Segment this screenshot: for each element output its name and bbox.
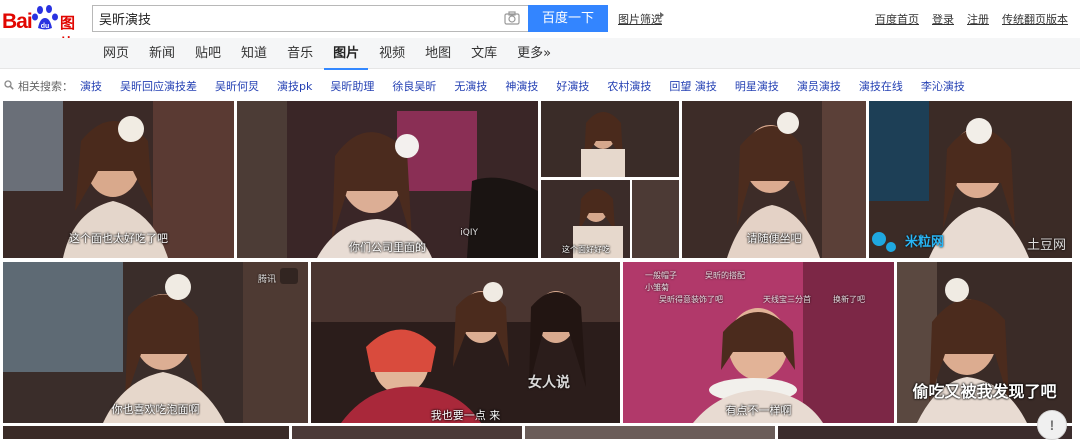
overlay-text: 小雏菊: [645, 283, 669, 292]
image-result[interactable]: 一般帽子 吴昕的搭配 小雏菊 吴昕得意装饰了吧 天线宝三分首 换新了吧 有点不一…: [623, 262, 894, 423]
image-result[interactable]: [525, 426, 775, 439]
link-register[interactable]: 注册: [967, 11, 989, 27]
triangle-right-icon: [660, 12, 664, 18]
image-caption: 这个面好好吃: [562, 245, 610, 254]
search-button[interactable]: 百度一下: [528, 5, 608, 32]
tab-video[interactable]: 视频: [379, 38, 415, 69]
link-baidu-home[interactable]: 百度首页: [875, 11, 919, 27]
tab-more[interactable]: 更多»: [517, 38, 561, 69]
image-result[interactable]: [778, 426, 1072, 439]
feedback-button[interactable]: !: [1037, 410, 1067, 440]
image-caption: 有点不一样啊: [725, 404, 792, 417]
top-bar: Bai du 图片 百度一下 图片筛选 百度首页 登录 注册 传统翻页版本: [0, 0, 1080, 53]
related-item[interactable]: 李沁演技: [921, 78, 965, 94]
thumbnail-image: [3, 262, 308, 423]
tab-map[interactable]: 地图: [425, 38, 461, 69]
related-item[interactable]: 演技: [80, 78, 102, 94]
camera-icon[interactable]: [504, 11, 520, 25]
related-searches: 相关搜索： 演技 吴昕回应演技差 吴昕何炅 演技pk 吴昕助理 徐良吴昕 无演技…: [0, 72, 1080, 98]
tab-music[interactable]: 音乐: [287, 38, 323, 69]
image-result[interactable]: [292, 426, 522, 439]
link-login[interactable]: 登录: [932, 11, 954, 27]
image-caption: 偷吃又被我发现了吧: [912, 382, 1057, 401]
image-result[interactable]: 这个面好好吃: [541, 101, 679, 258]
image-caption: 你也喜欢吃泡面啊: [111, 403, 200, 416]
site-logo: 米粒网: [905, 235, 945, 250]
logo-bai-text: Bai: [2, 10, 33, 33]
tab-news[interactable]: 新闻: [149, 38, 185, 69]
overlay-text: 天线宝三分首: [763, 295, 811, 304]
image-caption: 请随便坐吧: [746, 232, 802, 245]
overlay-text: 吴昕的搭配: [705, 271, 745, 280]
thumbnail-image: [311, 262, 620, 423]
tab-web[interactable]: 网页: [103, 38, 139, 69]
search-box: [92, 5, 528, 32]
baidu-logo[interactable]: Bai du 图片: [2, 4, 88, 53]
related-item[interactable]: 吴昕回应演技差: [120, 78, 197, 94]
site-logo: 女人说: [528, 375, 570, 391]
link-classic-pager[interactable]: 传统翻页版本: [1002, 11, 1068, 27]
image-result[interactable]: 请随便坐吧: [682, 101, 866, 258]
watermark: 腾讯: [257, 275, 276, 285]
overlay-text: 吴昕得意装饰了吧: [659, 295, 723, 304]
related-item[interactable]: 明星演技: [735, 78, 779, 94]
related-item[interactable]: 好演技: [556, 78, 589, 94]
overlay-text: 换新了吧: [833, 295, 865, 304]
related-item[interactable]: 演技在线: [859, 78, 903, 94]
top-links: 百度首页 登录 注册 传统翻页版本: [875, 11, 1068, 27]
watermark: iQIY: [460, 228, 478, 238]
tab-wenku[interactable]: 文库: [471, 38, 507, 69]
related-item[interactable]: 无演技: [454, 78, 487, 94]
thumbnail-image: [237, 101, 538, 258]
svg-text:du: du: [41, 23, 50, 30]
image-result[interactable]: 腾讯 你也喜欢吃泡面啊: [3, 262, 308, 423]
image-result[interactable]: 你们公司里面的 iQIY: [237, 101, 538, 258]
tab-images[interactable]: 图片: [324, 38, 369, 70]
related-item[interactable]: 农村演技: [607, 78, 651, 94]
image-caption: 你们公司里面的: [349, 241, 426, 254]
image-caption: 这个面也太好吃了吧: [69, 232, 168, 245]
thumbnail-image: [541, 101, 679, 258]
paw-icon: du: [32, 5, 58, 30]
related-item[interactable]: 吴昕助理: [330, 78, 374, 94]
tab-zhidao[interactable]: 知道: [241, 38, 277, 69]
related-item[interactable]: 回望 演技: [669, 78, 717, 94]
image-filter-link[interactable]: 图片筛选: [618, 11, 662, 27]
related-item[interactable]: 吴昕何炅: [215, 78, 259, 94]
related-item[interactable]: 神演技: [505, 78, 538, 94]
tab-tieba[interactable]: 贴吧: [195, 38, 231, 69]
nav-tabs: 网页 新闻 贴吧 知道 音乐 图片 视频 地图 文库 更多»: [103, 38, 571, 70]
image-result[interactable]: 米粒网 土豆网: [869, 101, 1072, 258]
heart-icon[interactable]: [280, 268, 298, 284]
search-icon: [4, 80, 14, 90]
related-item[interactable]: 演员演技: [797, 78, 841, 94]
image-caption: 我也要一点 来: [430, 409, 501, 422]
watermark: 土豆网: [1026, 238, 1066, 253]
overlay-text: 一般帽子: [645, 271, 677, 280]
image-result[interactable]: 偷吃又被我发现了吧: [897, 262, 1072, 423]
related-item[interactable]: 演技pk: [277, 78, 312, 94]
image-result[interactable]: [3, 426, 289, 439]
related-item[interactable]: 徐良吴昕: [392, 78, 436, 94]
image-result[interactable]: 女人说 我也要一点 来: [311, 262, 620, 423]
related-label: 相关搜索：: [18, 80, 73, 93]
related-items: 演技 吴昕回应演技差 吴昕何炅 演技pk 吴昕助理 徐良吴昕 无演技 神演技 好…: [80, 78, 983, 94]
nav-bar: 网页 新闻 贴吧 知道 音乐 图片 视频 地图 文库 更多»: [0, 38, 1080, 70]
search-input[interactable]: [93, 6, 493, 31]
image-result[interactable]: 这个面也太好吃了吧: [3, 101, 234, 258]
